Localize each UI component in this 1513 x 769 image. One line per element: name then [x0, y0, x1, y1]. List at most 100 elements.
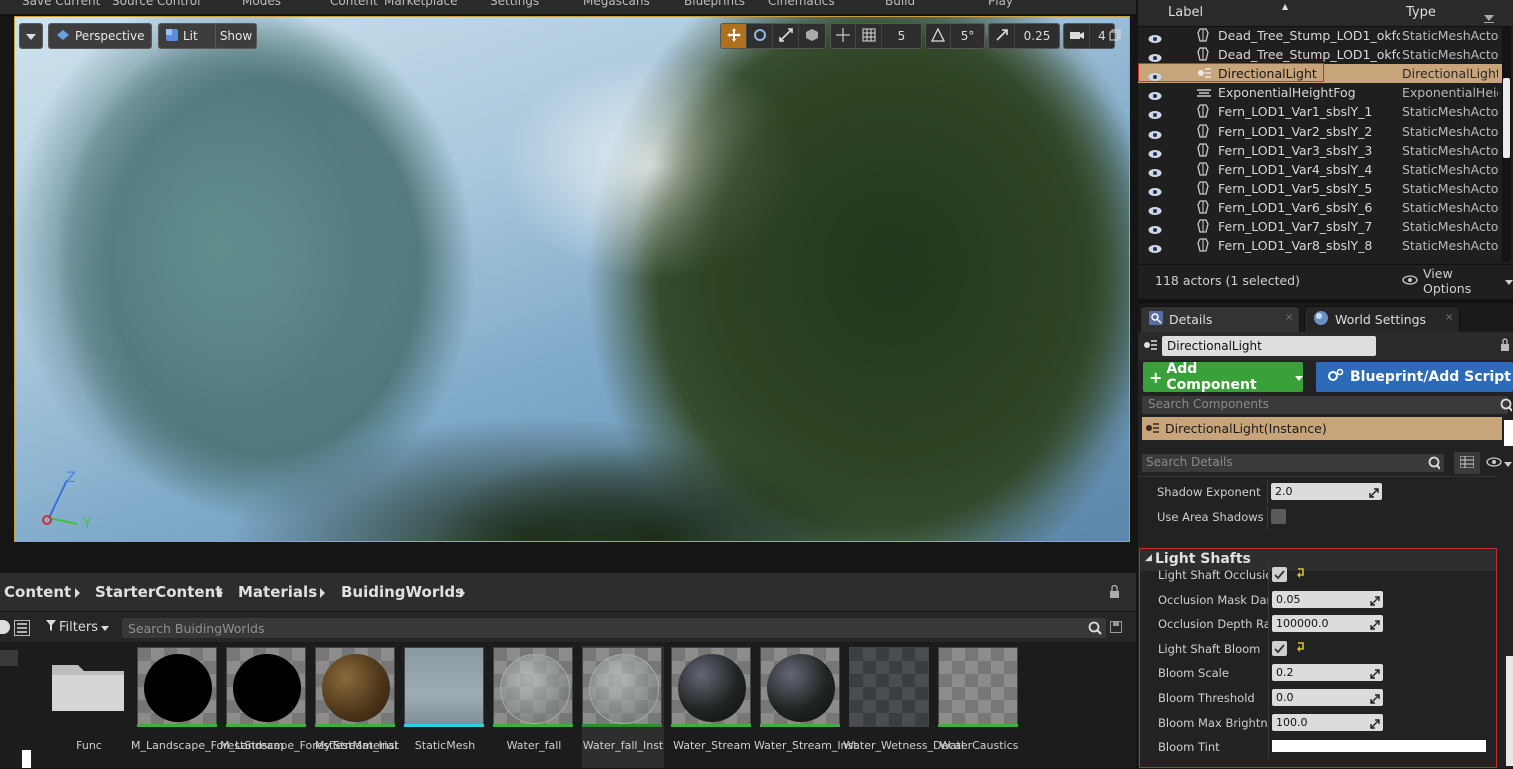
scale-mode-button[interactable] [773, 24, 799, 48]
visibility-eye-icon[interactable] [1148, 183, 1162, 196]
label-column-header[interactable]: Label [1168, 5, 1203, 20]
search-components-input[interactable]: Search Components [1142, 396, 1513, 414]
property-number-field[interactable]: 2.0 [1271, 483, 1382, 500]
visibility-eye-icon[interactable] [1148, 49, 1162, 63]
level-viewport[interactable]: Perspective Lit Show 5 5° 0.25 4 Z Y [14, 16, 1130, 542]
visibility-eye-icon[interactable] [1148, 240, 1162, 254]
outliner-scrollbar[interactable] [1502, 26, 1511, 262]
type-column-header[interactable]: Type [1406, 5, 1436, 20]
lock-icon[interactable] [1109, 584, 1121, 602]
asset-tile[interactable]: StaticMesh [404, 646, 486, 768]
grid-snap-toggle[interactable] [856, 24, 882, 48]
outliner-row[interactable]: Fern_LOD1_Var7_sbslY_7 StaticMeshActor [1138, 217, 1502, 236]
rotation-snap-toggle[interactable] [926, 24, 952, 48]
toolbar-modes[interactable]: Modes [242, 0, 281, 8]
maximize-viewport-button[interactable] [1109, 29, 1123, 43]
world-local-toggle[interactable] [831, 24, 857, 48]
component-scroll-thumb[interactable] [1504, 420, 1513, 446]
column-filter-icon[interactable] [1484, 12, 1494, 23]
translate-mode-button[interactable] [721, 24, 747, 48]
blueprint-add-script-button[interactable]: Blueprint/Add Script [1316, 362, 1513, 392]
object-name-field[interactable]: DirectionalLight [1162, 336, 1376, 356]
viewport-options-button[interactable] [19, 23, 43, 49]
asset-grid-scroll-thumb[interactable] [22, 750, 31, 768]
surface-snap-button[interactable] [799, 24, 825, 48]
sources-toggle-icon[interactable] [0, 620, 10, 634]
toolbar-build[interactable]: Build [885, 0, 915, 8]
reset-to-default-icon[interactable] [1296, 566, 1306, 580]
asset-tile[interactable]: Water_fall_Inst [582, 646, 664, 768]
color-swatch[interactable] [1272, 740, 1486, 753]
outliner-row[interactable]: Fern_LOD1_Var4_sbslY_4 StaticMeshActor [1138, 160, 1502, 179]
toolbar-megascans[interactable]: Megascans [583, 0, 650, 8]
property-number-field[interactable]: 100.0 [1272, 713, 1383, 731]
toolbar-content[interactable]: Content [330, 0, 378, 8]
breadcrumb-arrow-icon[interactable] [75, 588, 80, 598]
perspective-button[interactable]: Perspective [48, 23, 152, 49]
breadcrumb-content[interactable]: Content [4, 583, 71, 601]
tab-details[interactable]: Details × [1140, 306, 1300, 332]
toolbar-marketplace[interactable]: Marketplace [384, 0, 458, 8]
visibility-eye-icon[interactable] [1148, 202, 1162, 215]
search-details-input[interactable]: Search Details [1142, 454, 1444, 472]
outliner-row[interactable]: Fern_LOD1_Var2_sbslY_2 StaticMeshActor [1138, 122, 1502, 141]
outliner-row[interactable]: Dead_Tree_Stump_LOD1_okfch StaticMeshActo… [1138, 45, 1502, 64]
toolbar-settings[interactable]: Settings [490, 0, 539, 8]
property-matrix-button[interactable] [1454, 452, 1480, 474]
breadcrumb-materials[interactable]: Materials [238, 583, 317, 601]
toolbar-source-control[interactable]: Source Control [112, 0, 200, 8]
asset-tile[interactable]: Func [48, 646, 130, 768]
rotation-snap-value[interactable]: 5° [951, 24, 984, 48]
grid-snap-value[interactable]: 5 [882, 24, 921, 48]
panel-splitter[interactable] [1138, 299, 1513, 303]
breadcrumb-arrow-icon[interactable] [320, 588, 325, 598]
lock-icon[interactable] [1500, 338, 1510, 355]
visibility-eye-icon[interactable] [1148, 106, 1162, 120]
visibility-eye-icon[interactable] [1148, 87, 1162, 101]
filters-button[interactable]: Filters [46, 618, 116, 636]
toolbar-play[interactable]: Play [988, 0, 1013, 8]
asset-tile[interactable]: Water_Stream_Inst [754, 646, 858, 768]
property-number-field[interactable]: 100000.0 [1272, 615, 1383, 633]
property-checkbox[interactable] [1272, 640, 1287, 656]
breadcrumb-startercontent[interactable]: StarterContent [95, 583, 222, 601]
outliner-row[interactable]: ExponentialHeightFog ExponentialHeightFog [1138, 83, 1502, 102]
camera-speed-button[interactable] [1064, 24, 1090, 48]
asset-tile[interactable]: MyTestMaterial [315, 646, 397, 768]
list-view-icon[interactable] [14, 620, 30, 636]
asset-tile[interactable]: Water_Wetness_Decal [843, 646, 964, 768]
outliner-row[interactable]: Fern_LOD1_Var5_sbslY_5 StaticMeshActor [1138, 179, 1502, 198]
property-number-field[interactable]: 0.0 [1272, 689, 1383, 706]
scale-snap-toggle[interactable] [989, 24, 1015, 48]
close-tab-icon[interactable]: × [1285, 312, 1293, 323]
asset-tile[interactable]: Water_Stream [671, 646, 753, 768]
property-number-field[interactable]: 0.2 [1272, 664, 1383, 682]
visibility-eye-icon[interactable] [1148, 164, 1162, 177]
toolbar-blueprints[interactable]: Blueprints [684, 0, 745, 8]
property-checkbox[interactable] [1271, 509, 1286, 524]
rotate-mode-button[interactable] [747, 24, 773, 48]
add-component-button[interactable]: + Add Component [1143, 361, 1303, 393]
property-checkbox[interactable] [1272, 567, 1287, 582]
visibility-eye-icon[interactable] [1148, 30, 1162, 43]
property-number-field[interactable]: 0.05 [1272, 590, 1383, 608]
toolbar-save-current[interactable]: Save Current [22, 0, 100, 8]
reset-to-default-icon[interactable] [1296, 640, 1306, 654]
outliner-row[interactable]: Fern_LOD1_Var3_sbslY_3 StaticMeshActor [1138, 141, 1502, 160]
outliner-row[interactable]: Fern_LOD1_Var8_sbslY_8 StaticMeshActor [1138, 236, 1502, 255]
outliner-scroll-thumb[interactable] [1503, 78, 1510, 158]
toolbar-cinematics[interactable]: Cinematics [768, 0, 835, 8]
sources-panel-stub[interactable] [0, 650, 18, 666]
visibility-eye-icon[interactable] [1148, 221, 1162, 234]
scale-snap-value[interactable]: 0.25 [1015, 24, 1059, 48]
details-scroll-thumb[interactable] [1506, 656, 1513, 766]
breadcrumb-arrow-icon[interactable] [218, 588, 223, 598]
breadcrumb-buidingworlds[interactable]: BuidingWorlds [341, 583, 464, 601]
asset-tile[interactable]: WaterCaustics [938, 646, 1020, 768]
visibility-eye-icon[interactable] [1148, 145, 1162, 158]
outliner-row[interactable]: Fern_LOD1_Var1_sbslY_1 StaticMeshActor [1138, 102, 1502, 121]
save-search-icon[interactable] [1110, 621, 1122, 636]
visibility-eye-icon[interactable] [1148, 126, 1162, 139]
outliner-row[interactable]: Fern_LOD1_Var6_sbslY_6 StaticMeshActor [1138, 198, 1502, 217]
close-tab-icon[interactable]: × [1445, 312, 1453, 323]
